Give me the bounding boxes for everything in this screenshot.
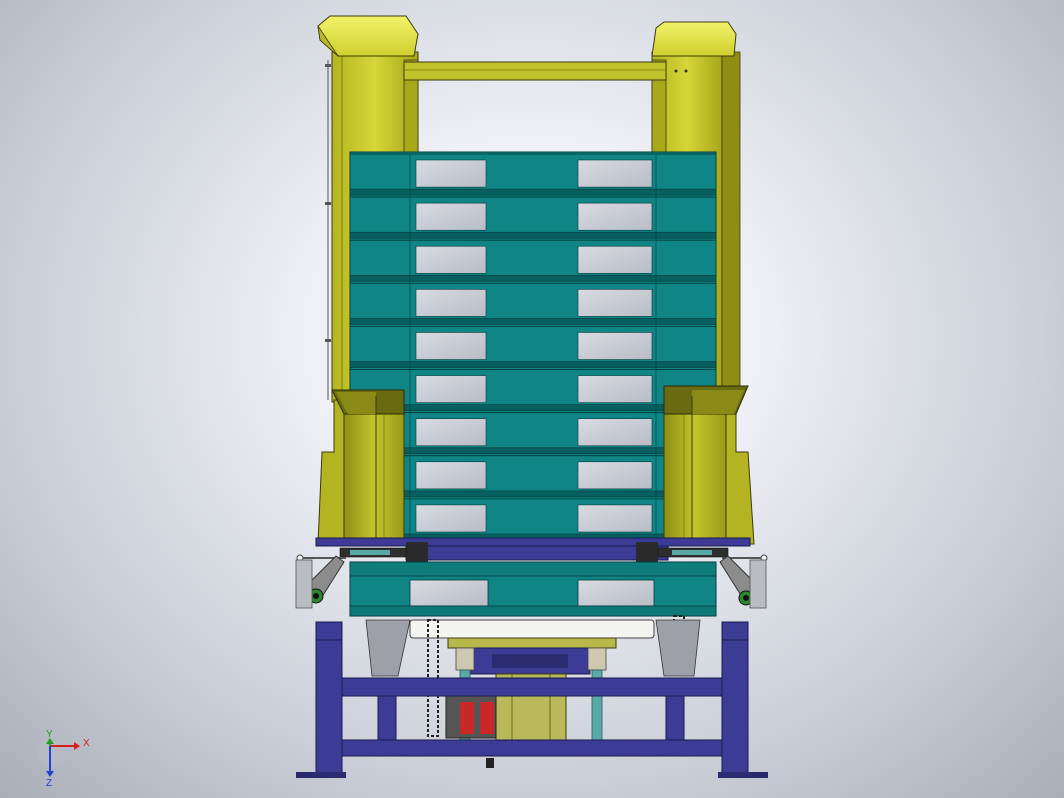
y-axis-label: Y <box>46 729 53 740</box>
axis-triad: X Y Z <box>38 729 90 789</box>
top-crossbar <box>403 61 667 81</box>
pallet-fork-opening <box>415 418 487 447</box>
left-hopper <box>343 413 405 543</box>
left-lift-cylinder <box>455 647 475 671</box>
machine-drawing: X Y Z <box>38 15 768 789</box>
pallet-deck-board <box>349 490 717 498</box>
pallet-deck-board <box>349 447 717 455</box>
pallet-deck-board <box>349 275 717 282</box>
pallet-fork-opening <box>577 504 653 533</box>
base-right-foot <box>718 772 768 778</box>
right-cap <box>651 21 737 57</box>
right-clamp-block <box>636 542 658 562</box>
pallet-fork-opening <box>415 202 487 231</box>
pallet-deck-board <box>349 231 717 239</box>
pallet-fork-opening <box>577 245 653 274</box>
base-left-foot <box>296 772 346 778</box>
pallet-fork-opening <box>415 461 487 490</box>
base-upper-rail <box>341 677 723 697</box>
pallet-fork-opening <box>577 289 653 317</box>
pallet-stack <box>349 151 717 545</box>
pallet-fork-opening <box>577 202 653 231</box>
pallet-layers <box>349 153 717 543</box>
z-axis-label: Z <box>46 778 52 789</box>
pallet-fork-opening <box>577 461 653 490</box>
pallet-deck-board <box>349 404 717 411</box>
right-lift-cylinder <box>587 647 607 671</box>
pallet-fork-opening <box>415 504 487 533</box>
conveyor-roller <box>409 619 655 639</box>
pallet-fork-opening <box>415 245 487 274</box>
pallet-deck-board <box>349 361 717 368</box>
base-left-leg <box>315 621 343 775</box>
right-hopper <box>663 413 727 543</box>
cad-viewport[interactable]: X Y Z <box>0 0 1064 798</box>
pallet-fork-opening <box>415 332 487 360</box>
pallet-fork-opening <box>577 375 653 403</box>
pallet-fork-opening <box>577 159 653 188</box>
pallet-fork-opening <box>577 418 653 447</box>
base-lower-rail <box>341 739 723 757</box>
bottom-pallet <box>349 561 717 617</box>
pallet-fork-opening <box>415 159 487 188</box>
pallet-fork-opening <box>577 332 653 360</box>
pallet-deck-board <box>349 188 717 196</box>
base-right-leg <box>721 621 749 775</box>
pallet-fork-opening <box>415 375 487 403</box>
x-axis-label: X <box>83 738 90 749</box>
lift-table <box>447 637 617 649</box>
left-clamp-block <box>406 542 428 562</box>
pallet-fork-opening <box>415 289 487 317</box>
pallet-deck-board <box>349 318 717 325</box>
